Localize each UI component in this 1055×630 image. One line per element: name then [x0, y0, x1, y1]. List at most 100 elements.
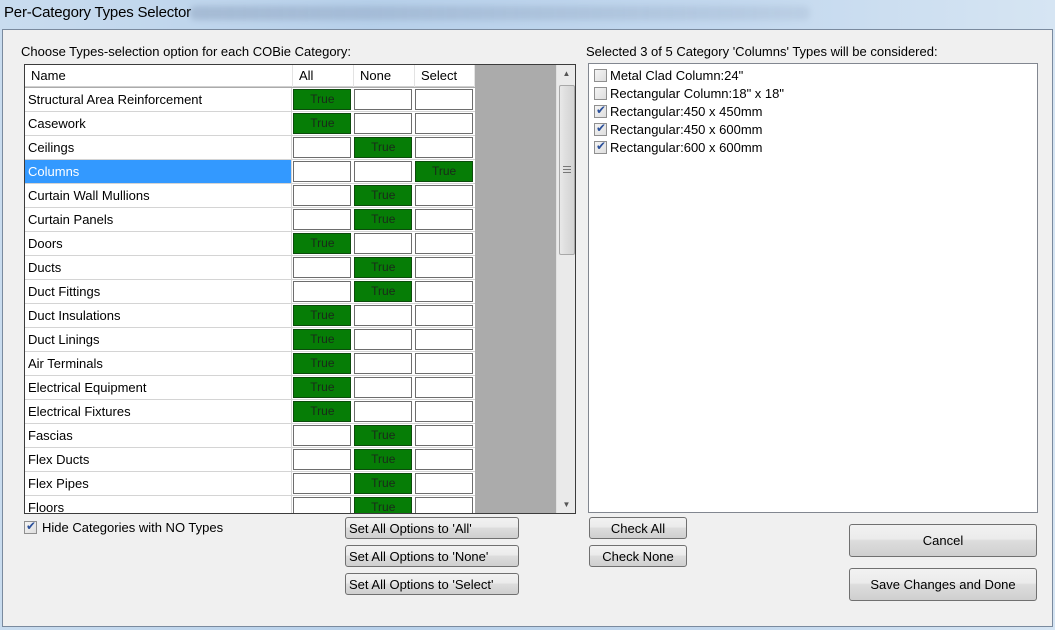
column-header-name[interactable]: Name [25, 65, 293, 87]
option-cell-select[interactable] [414, 184, 475, 207]
set-all-options-all-button[interactable]: Set All Options to 'All' [345, 517, 519, 539]
select-option-toggle[interactable] [415, 473, 474, 494]
all-option-toggle[interactable]: True [293, 89, 352, 110]
select-option-toggle[interactable] [415, 185, 474, 206]
all-option-toggle[interactable] [293, 281, 352, 302]
grid-row[interactable]: Electrical Equipment True [25, 376, 475, 400]
none-option-toggle[interactable] [354, 113, 413, 134]
type-checkbox[interactable] [594, 121, 607, 136]
type-list-item[interactable]: Rectangular:450 x 450mm [594, 102, 762, 120]
category-name-cell[interactable]: Flex Ducts [25, 448, 293, 471]
grid-row[interactable]: Curtain Panels True [25, 208, 475, 232]
option-cell-none[interactable]: True [353, 256, 414, 279]
option-cell-select[interactable] [414, 496, 475, 513]
scroll-down-arrow-icon[interactable]: ▼ [557, 496, 575, 513]
all-option-toggle[interactable]: True [293, 377, 352, 398]
grid-row[interactable]: Ducts True [25, 256, 475, 280]
set-all-options-none-button[interactable]: Set All Options to 'None' [345, 545, 519, 567]
type-list-item[interactable]: Rectangular:600 x 600mm [594, 138, 762, 156]
grid-row[interactable]: Doors True [25, 232, 475, 256]
select-option-toggle[interactable] [415, 137, 474, 158]
check-none-button[interactable]: Check None [589, 545, 687, 567]
none-option-toggle[interactable] [354, 233, 413, 254]
category-name-cell[interactable]: Ducts [25, 256, 293, 279]
type-list-item[interactable]: Rectangular:450 x 600mm [594, 120, 762, 138]
grid-row[interactable]: Flex Ducts True [25, 448, 475, 472]
all-option-toggle[interactable] [293, 473, 352, 494]
select-option-toggle[interactable] [415, 281, 474, 302]
none-option-toggle[interactable]: True [354, 185, 413, 206]
option-cell-all[interactable] [292, 448, 353, 471]
none-option-toggle[interactable]: True [354, 497, 413, 513]
all-option-toggle[interactable] [293, 209, 352, 230]
grid-row[interactable]: Fascias True [25, 424, 475, 448]
option-cell-none[interactable]: True [353, 424, 414, 447]
scroll-up-arrow-icon[interactable]: ▲ [557, 65, 575, 82]
grid-row[interactable]: Air Terminals True [25, 352, 475, 376]
none-option-toggle[interactable] [354, 353, 413, 374]
none-option-toggle[interactable]: True [354, 449, 413, 470]
grid-row[interactable]: Casework True [25, 112, 475, 136]
type-checkbox[interactable] [594, 86, 607, 100]
option-cell-none[interactable]: True [353, 448, 414, 471]
all-option-toggle[interactable] [293, 257, 352, 278]
select-option-toggle[interactable]: True [415, 161, 474, 182]
select-option-toggle[interactable] [415, 233, 474, 254]
option-cell-all[interactable] [292, 160, 353, 183]
all-option-toggle[interactable]: True [293, 401, 352, 422]
option-cell-none[interactable]: True [353, 184, 414, 207]
set-all-options-select-button[interactable]: Set All Options to 'Select' [345, 573, 519, 595]
none-option-toggle[interactable]: True [354, 257, 413, 278]
option-cell-all[interactable]: True [292, 232, 353, 255]
option-cell-none[interactable] [353, 232, 414, 255]
option-cell-none[interactable] [353, 352, 414, 375]
column-header-select[interactable]: Select [415, 65, 475, 87]
hide-categories-checkbox[interactable] [24, 519, 37, 534]
all-option-toggle[interactable]: True [293, 113, 352, 134]
option-cell-none[interactable] [353, 112, 414, 135]
option-cell-all[interactable]: True [292, 88, 353, 111]
select-option-toggle[interactable] [415, 377, 474, 398]
all-option-toggle[interactable] [293, 449, 352, 470]
option-cell-none[interactable] [353, 160, 414, 183]
option-cell-select[interactable] [414, 136, 475, 159]
grid-row[interactable]: Ceilings True [25, 136, 475, 160]
type-checkbox[interactable] [594, 68, 607, 82]
none-option-toggle[interactable] [354, 89, 413, 110]
check-all-button[interactable]: Check All [589, 517, 687, 539]
type-checkbox[interactable] [594, 103, 607, 118]
none-option-toggle[interactable] [354, 305, 413, 326]
select-option-toggle[interactable] [415, 89, 474, 110]
grid-row[interactable]: Structural Area Reinforcement True [25, 88, 475, 112]
option-cell-none[interactable] [353, 376, 414, 399]
category-name-cell[interactable]: Floors [25, 496, 293, 513]
category-name-cell[interactable]: Curtain Panels [25, 208, 293, 231]
option-cell-select[interactable] [414, 280, 475, 303]
option-cell-select[interactable] [414, 88, 475, 111]
select-option-toggle[interactable] [415, 497, 474, 513]
option-cell-all[interactable]: True [292, 328, 353, 351]
option-cell-none[interactable] [353, 400, 414, 423]
option-cell-select[interactable] [414, 424, 475, 447]
option-cell-select[interactable] [414, 352, 475, 375]
category-name-cell[interactable]: Fascias [25, 424, 293, 447]
option-cell-select[interactable]: True [414, 160, 475, 183]
grid-vertical-scrollbar[interactable]: ▲ ▼ [556, 65, 575, 513]
select-option-toggle[interactable] [415, 305, 474, 326]
grid-row[interactable]: Floors True [25, 496, 475, 513]
category-name-cell[interactable]: Doors [25, 232, 293, 255]
none-option-toggle[interactable]: True [354, 281, 413, 302]
option-cell-all[interactable] [292, 208, 353, 231]
type-list-item[interactable]: Rectangular Column:18" x 18" [594, 84, 784, 102]
option-cell-none[interactable] [353, 88, 414, 111]
none-option-toggle[interactable]: True [354, 425, 413, 446]
all-option-toggle[interactable] [293, 425, 352, 446]
option-cell-select[interactable] [414, 256, 475, 279]
grid-row[interactable]: Curtain Wall Mullions True [25, 184, 475, 208]
category-name-cell[interactable]: Flex Pipes [25, 472, 293, 495]
option-cell-none[interactable]: True [353, 280, 414, 303]
option-cell-select[interactable] [414, 304, 475, 327]
category-name-cell[interactable]: Curtain Wall Mullions [25, 184, 293, 207]
none-option-toggle[interactable]: True [354, 209, 413, 230]
none-option-toggle[interactable] [354, 329, 413, 350]
